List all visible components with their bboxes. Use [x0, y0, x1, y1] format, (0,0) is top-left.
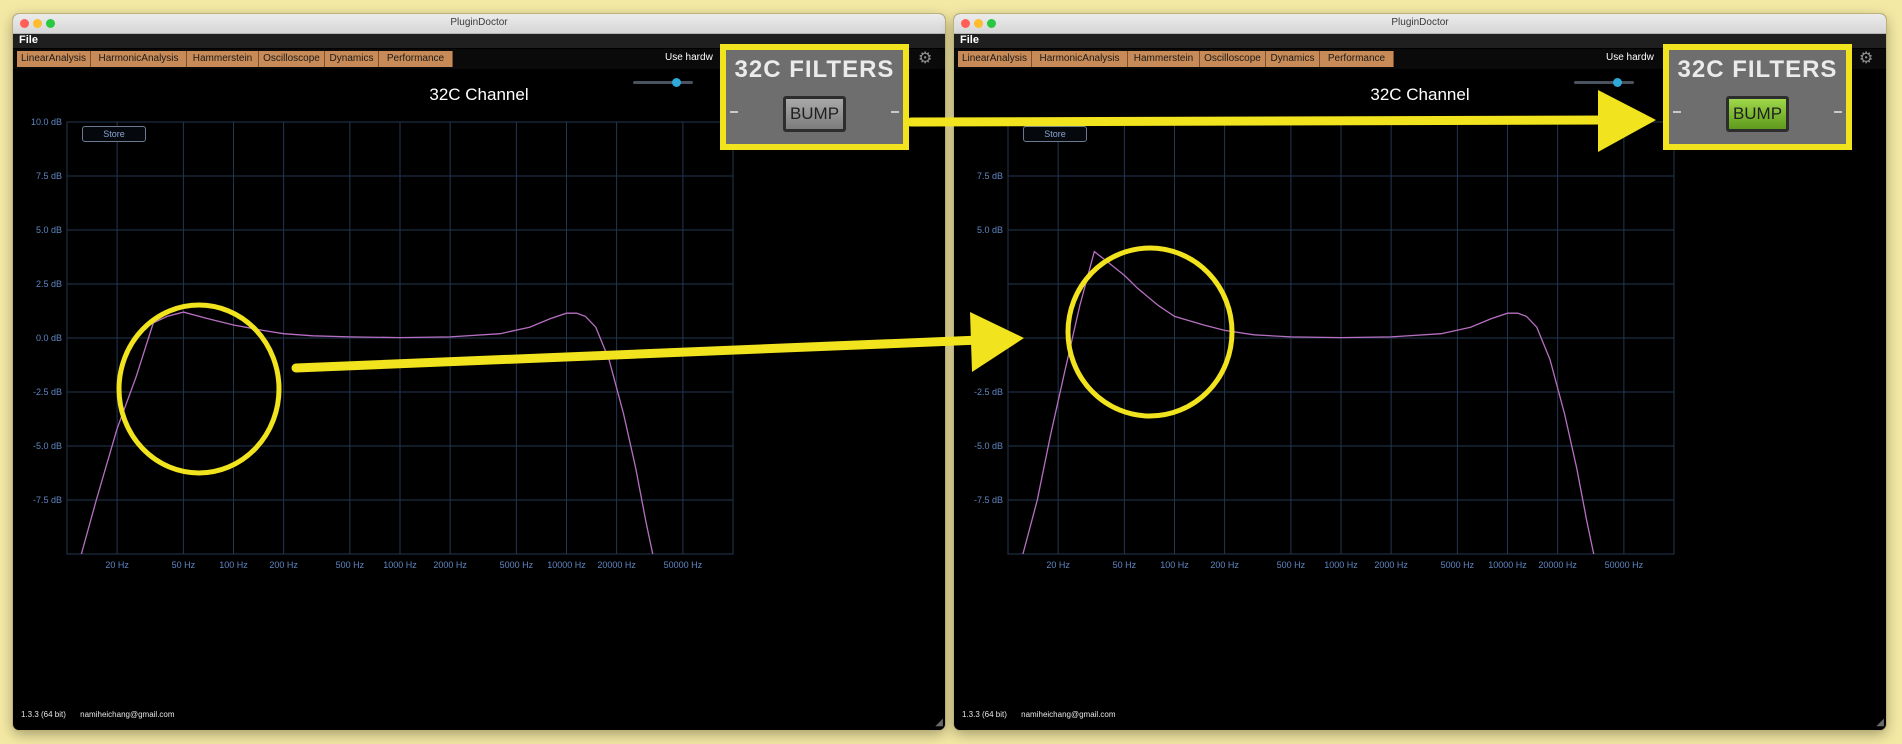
- email-label: namiheichang@gmail.com: [1021, 710, 1116, 719]
- store-button[interactable]: Store: [82, 126, 146, 142]
- bump-button[interactable]: BUMP: [783, 96, 846, 132]
- store-button[interactable]: Store: [1023, 126, 1087, 142]
- y-tick-label: -7.5 dB: [33, 495, 62, 505]
- x-tick-label: 50 Hz: [1113, 560, 1137, 570]
- x-tick-label: 5000 Hz: [1441, 560, 1475, 570]
- x-tick-label: 2000 Hz: [433, 560, 467, 570]
- version-label: 1.3.3 (64 bit): [21, 710, 66, 719]
- y-tick-label: 7.5 dB: [977, 171, 1003, 181]
- resize-grip-icon[interactable]: ◢: [1876, 717, 1884, 728]
- y-tick-label: -5.0 dB: [974, 441, 1003, 451]
- y-tick-label: -5.0 dB: [33, 441, 62, 451]
- filters-panel-left: 32C FILTERS BUMP: [720, 44, 909, 150]
- x-tick-label: 50000 Hz: [1605, 560, 1644, 570]
- panel-divider: [730, 111, 738, 113]
- y-tick-label: 5.0 dB: [36, 225, 62, 235]
- x-tick-label: 10000 Hz: [547, 560, 586, 570]
- x-tick-label: 5000 Hz: [500, 560, 534, 570]
- y-tick-label: 0.0 dB: [977, 333, 1003, 343]
- panel-divider: [891, 111, 899, 113]
- y-tick-label: 10.0 dB: [31, 117, 62, 127]
- y-tick-label: -7.5 dB: [974, 495, 1003, 505]
- y-tick-label: -2.5 dB: [33, 387, 62, 397]
- y-tick-label: 0.0 dB: [36, 333, 62, 343]
- x-tick-label: 100 Hz: [1160, 560, 1189, 570]
- status-footer: 1.3.3 (64 bit) namiheichang@gmail.com: [962, 710, 1128, 719]
- panel-divider: [1673, 111, 1681, 113]
- status-footer: 1.3.3 (64 bit) namiheichang@gmail.com: [21, 710, 187, 719]
- filters-panel-title: 32C FILTERS: [1677, 56, 1838, 83]
- x-tick-label: 20000 Hz: [1538, 560, 1577, 570]
- y-tick-label: 5.0 dB: [977, 225, 1003, 235]
- x-tick-label: 50 Hz: [172, 560, 196, 570]
- x-tick-label: 1000 Hz: [1324, 560, 1358, 570]
- x-tick-label: 200 Hz: [269, 560, 298, 570]
- email-label: namiheichang@gmail.com: [80, 710, 175, 719]
- x-tick-label: 200 Hz: [1210, 560, 1239, 570]
- bump-button[interactable]: BUMP: [1726, 96, 1789, 132]
- x-tick-label: 20 Hz: [1046, 560, 1070, 570]
- x-tick-label: 1000 Hz: [383, 560, 417, 570]
- version-label: 1.3.3 (64 bit): [962, 710, 1007, 719]
- x-tick-label: 500 Hz: [1277, 560, 1306, 570]
- panel-divider: [1834, 111, 1842, 113]
- resize-grip-icon[interactable]: ◢: [935, 717, 943, 728]
- y-tick-label: -2.5 dB: [974, 387, 1003, 397]
- x-tick-label: 100 Hz: [219, 560, 248, 570]
- filters-panel-title: 32C FILTERS: [734, 56, 895, 83]
- x-tick-label: 50000 Hz: [664, 560, 703, 570]
- x-tick-label: 20 Hz: [105, 560, 129, 570]
- x-tick-label: 10000 Hz: [1488, 560, 1527, 570]
- x-tick-label: 2000 Hz: [1374, 560, 1408, 570]
- y-tick-label: 7.5 dB: [36, 171, 62, 181]
- y-tick-label: 2.5 dB: [36, 279, 62, 289]
- filters-panel-right: 32C FILTERS BUMP: [1663, 44, 1852, 150]
- x-tick-label: 500 Hz: [336, 560, 365, 570]
- x-tick-label: 20000 Hz: [597, 560, 636, 570]
